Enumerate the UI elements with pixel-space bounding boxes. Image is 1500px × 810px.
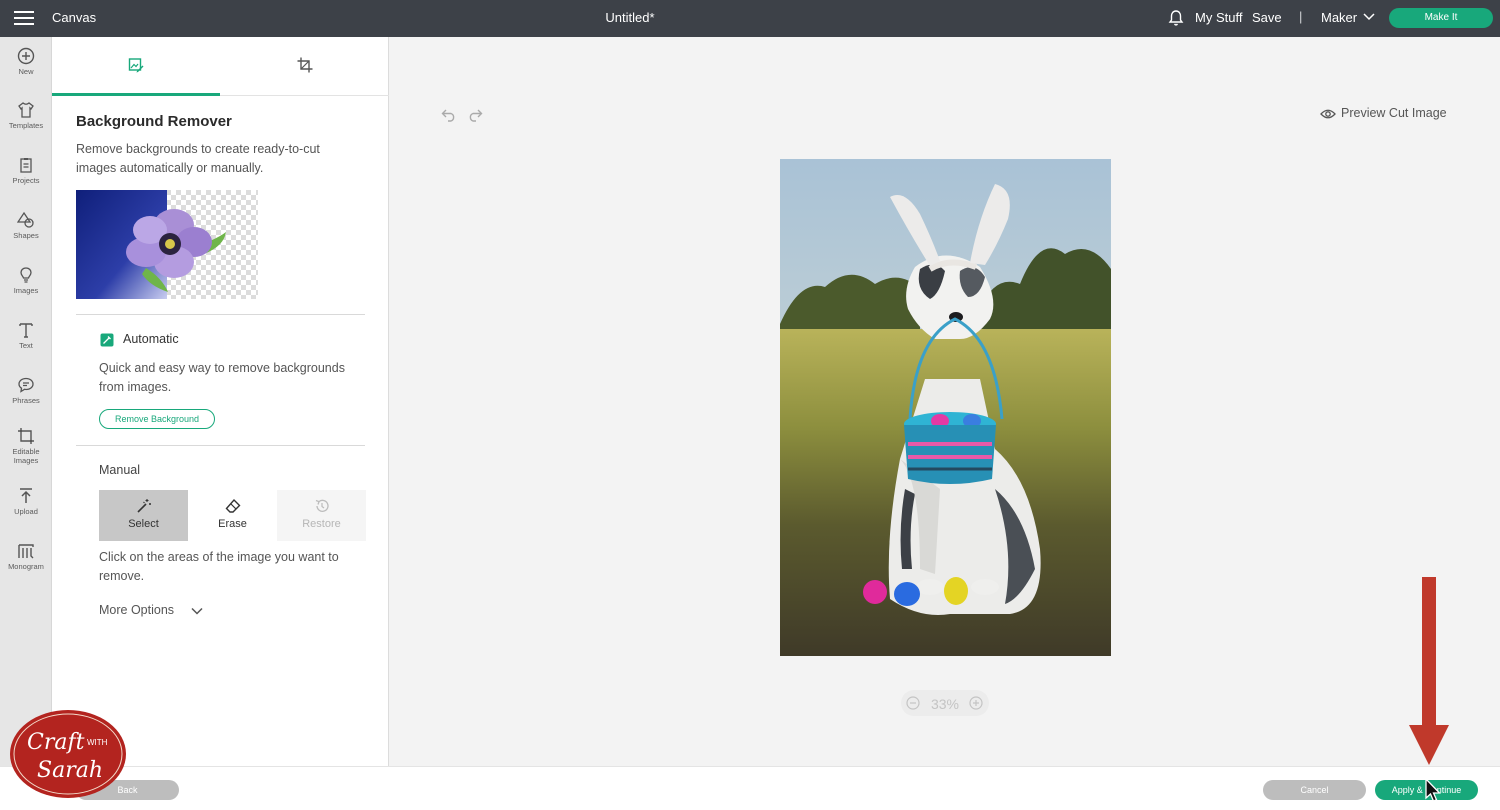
- rail-item-new[interactable]: New: [0, 47, 52, 76]
- craft-with-sarah-logo: Craft WITH Sarah: [10, 710, 126, 798]
- rail-item-label: Text: [19, 341, 33, 350]
- rail-item-editable-images[interactable]: Editable Images: [0, 427, 52, 465]
- panel-description: Remove backgrounds to create ready-to-cu…: [76, 142, 320, 175]
- divider: [76, 314, 365, 315]
- rail-item-text[interactable]: Text: [0, 321, 52, 350]
- tab-crop[interactable]: [220, 37, 388, 96]
- manual-mode-group: Select Erase Restore: [99, 490, 366, 541]
- cancel-button[interactable]: Cancel: [1263, 780, 1366, 800]
- text-icon: [19, 323, 33, 338]
- rail-item-label: Editable Images: [12, 447, 40, 465]
- rail-item-shapes[interactable]: Shapes: [0, 211, 52, 240]
- zoom-control: 33%: [901, 690, 989, 716]
- more-options-toggle[interactable]: More Options: [99, 603, 174, 617]
- plus-circle-icon: [17, 47, 35, 65]
- red-down-arrow-annotation: [1409, 577, 1449, 765]
- tool-rail: New Templates Projects Shapes Images Tex…: [0, 37, 52, 810]
- tab-background-remover[interactable]: [52, 37, 220, 96]
- rail-item-label: Upload: [14, 507, 38, 516]
- lightbulb-icon: [20, 267, 32, 283]
- chevron-down-icon[interactable]: [1363, 12, 1375, 22]
- rail-item-label: Templates: [8, 121, 44, 130]
- background-remover-panel: Background Remover Remove backgrounds to…: [52, 37, 389, 766]
- eraser-icon: [225, 498, 240, 513]
- rail-item-phrases[interactable]: Phrases: [0, 376, 52, 405]
- automatic-icon: [100, 333, 114, 347]
- rail-item-templates[interactable]: Templates: [0, 101, 52, 130]
- rail-item-label: Images: [13, 286, 39, 295]
- rail-item-label: Projects: [12, 176, 40, 185]
- document-title[interactable]: Untitled*: [0, 10, 1260, 25]
- bottom-action-bar: Back Cancel Apply & Continue: [0, 766, 1500, 810]
- preview-cut-image-link[interactable]: Preview Cut Image: [1341, 106, 1447, 120]
- mouse-cursor-icon: [1425, 778, 1442, 802]
- shapes-icon: [17, 211, 34, 228]
- canvas-area: Preview Cut Image 33%: [390, 37, 1500, 766]
- rail-item-label: Phrases: [12, 396, 40, 405]
- rail-item-label: New: [18, 67, 34, 76]
- make-it-button[interactable]: Make It: [1389, 8, 1493, 28]
- my-stuff-link[interactable]: My Stuff: [1195, 10, 1242, 25]
- monogram-icon: [18, 544, 34, 559]
- rail-item-images[interactable]: Images: [0, 266, 52, 295]
- select-mode-button[interactable]: Select: [99, 490, 188, 541]
- rail-item-label: Shapes: [13, 231, 39, 240]
- zoom-level: 33%: [930, 696, 960, 712]
- topbar-separator: |: [1299, 9, 1303, 24]
- crop-icon: [297, 57, 313, 73]
- crop-edit-icon: [18, 428, 34, 444]
- automatic-title: Automatic: [123, 332, 179, 346]
- zoom-out-icon[interactable]: [906, 696, 920, 710]
- shirt-icon: [18, 102, 34, 118]
- speech-bubble-icon: [18, 377, 34, 393]
- uploaded-photo[interactable]: [780, 159, 1111, 656]
- divider: [76, 445, 365, 446]
- erase-mode-label: Erase: [218, 518, 247, 530]
- magic-wand-icon: [136, 499, 151, 513]
- chevron-down-icon[interactable]: [191, 607, 203, 615]
- rail-item-projects[interactable]: Projects: [0, 156, 52, 185]
- panel-title: Background Remover: [76, 113, 232, 130]
- rail-item-monogram[interactable]: Monogram: [0, 542, 52, 571]
- manual-description: Click on the areas of the image you want…: [99, 550, 339, 583]
- upload-icon: [20, 488, 32, 503]
- eye-icon[interactable]: [1320, 108, 1336, 120]
- remove-background-button[interactable]: Remove Background: [99, 409, 215, 429]
- manual-title: Manual: [99, 463, 140, 477]
- zoom-in-icon[interactable]: [969, 696, 983, 710]
- erase-mode-button[interactable]: Erase: [188, 490, 277, 541]
- logo-text-with: WITH: [87, 738, 108, 747]
- restore-icon: [315, 499, 329, 512]
- bell-icon[interactable]: [1168, 9, 1184, 27]
- restore-mode-label: Restore: [302, 518, 341, 530]
- restore-mode-button: Restore: [277, 490, 366, 541]
- logo-text-craft: Craft: [27, 730, 85, 755]
- select-mode-label: Select: [128, 518, 159, 530]
- rail-item-label: Monogram: [8, 562, 44, 571]
- rail-item-upload[interactable]: Upload: [0, 487, 52, 516]
- save-link[interactable]: Save: [1252, 10, 1282, 25]
- background-remover-example-image: [76, 190, 258, 299]
- logo-text-sarah: Sarah: [37, 758, 103, 783]
- redo-icon[interactable]: [467, 108, 483, 122]
- undo-icon[interactable]: [441, 108, 457, 122]
- image-edit-icon: [128, 58, 144, 73]
- panel-tabs: [52, 37, 389, 96]
- top-bar: Canvas Untitled* My Stuff Save | Maker M…: [0, 0, 1500, 37]
- automatic-description: Quick and easy way to remove backgrounds…: [99, 361, 345, 394]
- machine-selector[interactable]: Maker: [1321, 10, 1357, 25]
- projects-icon: [20, 158, 32, 173]
